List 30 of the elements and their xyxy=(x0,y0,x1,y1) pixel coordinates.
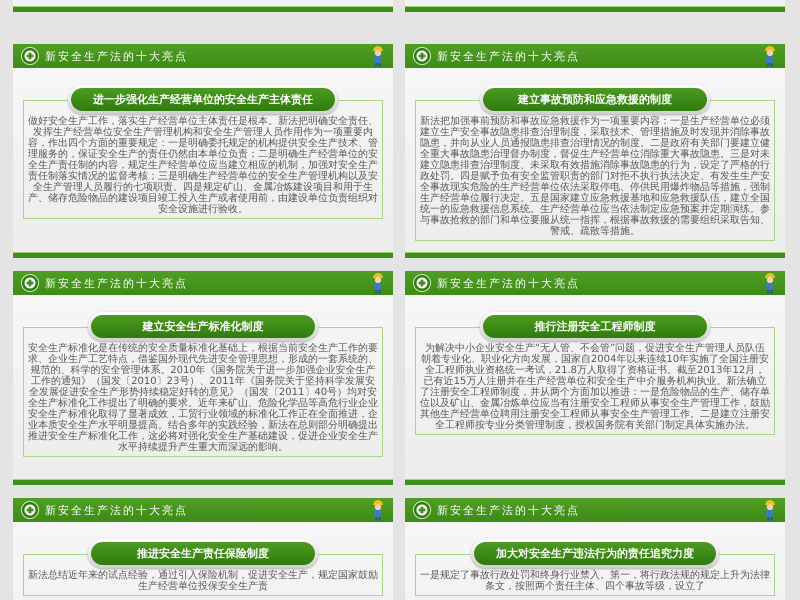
section-heading: 进一步强化生产经营单位的安全生产主体责任 xyxy=(71,88,335,111)
worker-icon xyxy=(371,499,385,521)
worker-icon xyxy=(371,45,385,67)
worker-icon xyxy=(763,499,777,521)
cross-logo-icon xyxy=(21,274,39,292)
slide-title: 新安全生产法的十大亮点 xyxy=(45,502,189,518)
slide-title: 新安全生产法的十大亮点 xyxy=(437,276,581,290)
body-paragraph: 为解决中小企业安全生产“无人管、不会管”问题，促进安全生产管理人员队伍朝着专业化、职业化方向发展，国家自2004年以来连续10年实施了全国注册安全工程师执业资格统一考试，21.8万人取得了资格证书。截至2013年12月，已有近15万人注册并在生产经营单位和安全生产中介服务机构执业。新法确立了注册安全工程师制度，并从两个方面加以推进：一是危险物品的生产、储存单位以及矿山、金属冶炼单位应当有注册安全工程师从事安全生产管理工作，鼓励其他生产经营单位聘用注册安全工程师从事安全生产管理工作。二是建立注册安全工程师按专业分类管理制度，授权国务院有关部门制定具体实施办法。 xyxy=(420,343,770,431)
body-paragraph: 安全生产标准化是在传统的安全质量标准化基础上，根据当前安全生产工作的要求、企业生产工艺特点，借鉴国外现代先进安全管理思想，形成的一套系统的、规范的、科学的安全管理体系。2010年《国务院关于进一步加强企业安全生产工作的通知》（国发〔2010〕23号）、2011年《国务院关于坚持科学发展安全发展促进安全生产形势持续稳定好转的意见》（国发〔2011〕40号）均对安全生产标准化工作提出了明确的要求。近年来矿山、危险化学品等高危行业企业安全生产标准化取得了显著成效，工贸行业领域的标准化工作正在全面推进，企业本质安全生产水平明显提高。结合多年的实践经验，新法在总则部分明确提出推进安全生产标准化工作，这必将对强化安全生产基础建设，促进企业安全生产水平持续提升产生重大而深远的影响。 xyxy=(28,343,378,453)
cross-logo-icon xyxy=(413,501,431,519)
section-heading: 推行注册安全工程师制度 xyxy=(483,315,707,338)
section-heading: 推进安全生产责任保险制度 xyxy=(91,542,315,565)
slide-title: 新安全生产法的十大亮点 xyxy=(45,276,189,290)
cross-logo-icon xyxy=(413,274,431,292)
cross-logo-icon xyxy=(21,501,39,519)
body-paragraph: 新法把加强事前预防和事故应急救援作为一项重要内容：一是生产经营单位必须建立生产安全事故隐患排查治理制度，采取技术、管理措施及时发现并消除事故隐患，并向从业人员通报隐患排查治理情况的制度。二是政府有关部门要建立健全重大事故隐患治理督办制度，督促生产经营单位消除重大事故隐患。三是对未建立隐患排查治理制度、未采取有效措施消除事故隐患的行为，设定了严格的行政处罚。四是赋予负有安全监管职责的部门对拒不执行执法决定、有发生生产安全事故现实危险的生产经营单位依法采取停电、停供民用爆炸物品等措施，强制生产经营单位履行决定。五是国家建立应急救援基地和应急救援队伍，建立全国统一的应急救援信息系统。生产经营单位应当依法制定应急预案并定期演练。参与事故抢救的部门和单位要服从统一指挥，根据事故救援的需要组织采取告知、警戒、疏散等措施。 xyxy=(420,116,770,237)
cross-logo-icon xyxy=(21,47,39,65)
cross-logo-icon xyxy=(413,47,431,65)
section-heading: 建立安全生产标准化制度 xyxy=(91,315,315,338)
slide-title: 新安全生产法的十大亮点 xyxy=(45,48,189,64)
worker-icon xyxy=(763,45,777,67)
section-heading: 加大对安全生产违法行为的责任追究力度 xyxy=(474,542,716,565)
worker-icon xyxy=(763,272,777,294)
slide-title: 新安全生产法的十大亮点 xyxy=(437,502,581,518)
body-paragraph: 做好安全生产工作，落实生产经营单位主体责任是根本。新法把明确安全责任、发挥生产经营单位安全生产管理机构和安全生产管理人员作用作为一项重要内容，作出四个方面的重要规定：一是明确委托规定的机构提供安全生产技术、管理服务的，保证安全生产的责任仍然由本单位负责；二是明确生产经营单位的安全生产责任制的内容，规定生产经营单位应当建立相应的机制，加强对安全生产责任制落实情况的监督考核；三是明确生产经营单位的安全生产管理机构以及安全生产管理人员履行的七项职责。四是规定矿山、金属冶炼建设项目和用于生产、储存危险物品的建设项目竣工投入生产或者使用前，由建设单位负责组织对安全设施进行验收。 xyxy=(28,116,378,215)
slide-title: 新安全生产法的十大亮点 xyxy=(437,48,581,64)
worker-icon xyxy=(371,272,385,294)
section-heading: 建立事故预防和应急救援的制度 xyxy=(483,88,707,111)
body-paragraph: 一是规定了事故行政处罚和终身行业禁入。第一，将行政法规的规定上升为法律条文，按照两个责任主体、四个事故等级，设立了 xyxy=(420,570,770,592)
body-paragraph: 新法总结近年来的试点经验，通过引入保险机制，促进安全生产，规定国家鼓励生产经营单位投保安全生产责 xyxy=(28,570,378,592)
